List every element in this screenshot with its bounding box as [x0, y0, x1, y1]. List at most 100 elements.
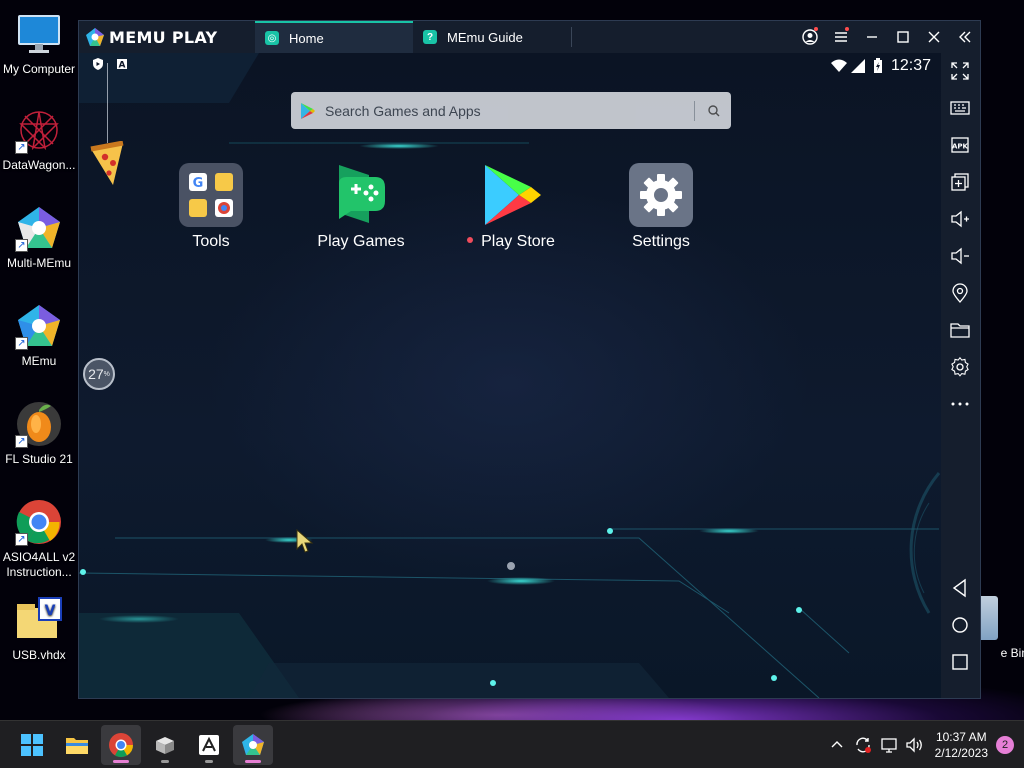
temperature-badge[interactable]: 27% [83, 358, 115, 390]
taskbar-clock[interactable]: 10:37 AM 2/12/2023 [935, 729, 988, 761]
start-button[interactable] [12, 725, 52, 765]
taskbar-app-box[interactable] [145, 725, 185, 765]
desktop-icon-label: Multi-MEmu [6, 256, 71, 270]
file-explorer-icon [66, 738, 88, 754]
location-icon [952, 283, 968, 303]
maximize-button[interactable] [887, 21, 918, 53]
minimize-button[interactable] [856, 21, 887, 53]
android-home-button[interactable] [949, 614, 971, 636]
shared-folder-button[interactable] [949, 319, 971, 341]
settings-icon [951, 356, 969, 377]
desktop-icon-asio4all[interactable]: ↗ ASIO4ALL v2 Instruction... [0, 498, 78, 580]
monitor-icon [15, 10, 63, 58]
chrome-icon: ↗ [15, 498, 63, 546]
desktop-icon-fl-studio[interactable]: ↗ FL Studio 21 [0, 400, 78, 467]
fullscreen-icon [951, 62, 969, 80]
desktop-icon-label: USB.vhdx [12, 648, 66, 662]
app-label: Tools [192, 233, 230, 250]
show-hidden-icons-button[interactable] [827, 735, 847, 755]
android-screen[interactable]: A 12:37 Search Games and Apps 27% G Tool [79, 53, 941, 698]
battery-charging-icon [873, 58, 882, 73]
volume-down-button[interactable] [949, 245, 971, 267]
app-label: Play Store [481, 233, 555, 250]
search-divider [694, 100, 695, 121]
search-icon[interactable] [707, 104, 721, 118]
desktop-icon-label: ASIO4ALL v2 Instruction... [2, 550, 76, 579]
close-button[interactable] [918, 21, 949, 53]
memu-brand: MEMU PLAY [79, 27, 255, 47]
multi-instance-icon [951, 173, 969, 191]
android-back-button[interactable] [949, 577, 971, 599]
notification-dot [845, 27, 849, 31]
user-circle-icon [801, 29, 818, 45]
guide-tab-icon: ? [423, 30, 437, 44]
sync-tray-button[interactable] [853, 735, 873, 755]
taskbar-file-explorer[interactable] [57, 725, 97, 765]
emulator-settings-button[interactable] [949, 356, 971, 378]
svg-text:A: A [119, 61, 126, 71]
keyboard-mapping-button[interactable] [949, 97, 971, 119]
notification-center-badge[interactable]: 2 [996, 736, 1014, 754]
install-apk-button[interactable]: APK [949, 134, 971, 156]
volume-down-icon [951, 247, 969, 265]
recycle-bin-icon [978, 596, 998, 640]
app-label: Settings [632, 233, 690, 250]
pizza-widget[interactable] [87, 140, 127, 187]
keyboard-a-icon: A [117, 59, 127, 71]
running-indicator [245, 760, 261, 763]
desktop-icon-memu[interactable]: ↗ MEmu [0, 302, 78, 369]
mouse-cursor [296, 529, 314, 553]
app-label: Play Games [317, 233, 405, 250]
title-bar: MEMU PLAY ◎ Home ? MEmu Guide [79, 21, 980, 53]
play-store-icon [479, 163, 543, 227]
home-icon [952, 617, 968, 633]
volume-tray-button[interactable] [905, 735, 925, 755]
network-icon [880, 738, 897, 753]
account-button[interactable] [794, 21, 825, 53]
running-indicator [113, 760, 129, 763]
package-box-icon [156, 737, 174, 754]
tab-memu-guide[interactable]: ? MEmu Guide [413, 21, 571, 53]
taskbar-memu[interactable] [233, 725, 273, 765]
fl-studio-icon: ↗ [15, 400, 63, 448]
network-tray-button[interactable] [879, 735, 899, 755]
search-bar[interactable]: Search Games and Apps [291, 92, 731, 129]
multi-instance-button[interactable] [949, 171, 971, 193]
app-play-games[interactable]: Play Games [296, 163, 426, 251]
location-button[interactable] [949, 282, 971, 304]
memu-icon: ↗ [15, 302, 63, 350]
side-toolbar: APK [941, 53, 980, 698]
keyboard-icon [950, 101, 970, 115]
volume-up-button[interactable] [949, 208, 971, 230]
collapse-toolbar-button[interactable] [949, 21, 980, 53]
datawagon-icon: ↗ [15, 106, 63, 154]
tab-home[interactable]: ◎ Home [255, 21, 413, 53]
folder-icon [950, 323, 970, 338]
more-icon [951, 402, 969, 406]
more-tools-button[interactable] [949, 393, 971, 415]
desktop-icon-my-computer[interactable]: My Computer [0, 10, 78, 77]
desktop-icon-recycle-bin[interactable]: e Bin [976, 596, 1024, 660]
app-settings[interactable]: Settings [596, 163, 726, 251]
hamburger-icon [834, 32, 847, 42]
desktop-icon-datawagon[interactable]: ↗ DataWagon... [0, 106, 78, 173]
menu-button[interactable] [825, 21, 856, 53]
running-indicator [205, 760, 213, 763]
desktop-icon-multi-memu[interactable]: ↗ Multi-MEmu [0, 204, 78, 271]
notification-dot [814, 27, 818, 31]
fullscreen-button[interactable] [949, 60, 971, 82]
android-recents-button[interactable] [949, 651, 971, 673]
app-tools[interactable]: G Tools [146, 163, 276, 251]
volume-up-icon [951, 210, 969, 228]
system-tray: 10:37 AM 2/12/2023 2 [827, 721, 1014, 768]
signal-icon [850, 59, 865, 73]
android-clock: 12:37 [890, 57, 931, 74]
app-play-store[interactable]: Play Store [446, 163, 576, 251]
desktop-icon-label: MEmu [21, 354, 57, 368]
window-controls [794, 21, 980, 53]
pizza-icon [90, 140, 124, 185]
tab-label: Home [289, 30, 324, 46]
taskbar-adobe[interactable] [189, 725, 229, 765]
desktop-icon-usb-vhdx[interactable]: V USB.vhdx [0, 596, 78, 663]
taskbar-chrome[interactable] [101, 725, 141, 765]
